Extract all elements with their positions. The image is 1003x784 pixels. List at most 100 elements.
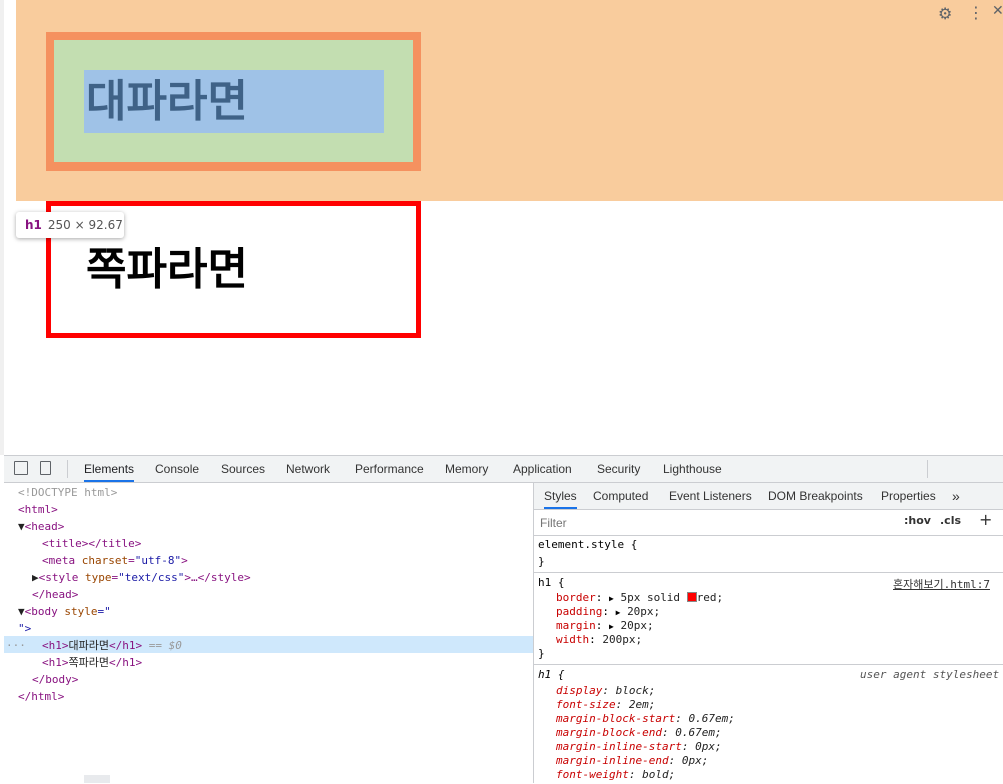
prop-name: margin: [556, 619, 596, 632]
body-tag: <body: [24, 605, 65, 618]
new-rule-icon[interactable]: +: [979, 510, 992, 529]
prop-name: display: [556, 684, 603, 697]
styles-filter-input[interactable]: [538, 513, 896, 533]
element-tooltip: h1 250 × 92.67: [16, 212, 124, 238]
prop-value: 20px;: [620, 619, 654, 632]
tab-performance[interactable]: Performance: [355, 456, 424, 482]
tab-event-listeners[interactable]: Event Listeners: [669, 483, 752, 509]
dom-style[interactable]: ▶<style type="text/css">…</style>: [32, 569, 251, 586]
selected-marker: == $0: [148, 639, 182, 652]
rule1-prop-margin[interactable]: margin: ▶ 20px;: [556, 619, 654, 632]
toolbar-divider-right: [927, 460, 928, 478]
rule1-prop-width[interactable]: width: 200px;: [556, 633, 642, 646]
tab-network[interactable]: Network: [286, 456, 330, 482]
rule2-prop[interactable]: margin-block-start: 0.67em;: [556, 712, 735, 725]
more-tabs-icon[interactable]: »: [952, 483, 960, 509]
prop-value: block;: [615, 684, 656, 697]
dom-head-close[interactable]: </head>: [32, 586, 78, 603]
more-vertical-icon[interactable]: ⋮: [968, 3, 984, 22]
style-close: >…</style>: [184, 571, 251, 584]
style-val: "text/css": [118, 571, 185, 584]
tab-security[interactable]: Security: [597, 456, 640, 482]
dom-tree: <!DOCTYPE html> <html> ▼<head> <title></…: [4, 483, 533, 783]
close-icon[interactable]: ✕: [992, 3, 1003, 19]
dom-head-row[interactable]: ▼<head>: [18, 518, 64, 535]
prop-name: margin-inline-start: [556, 740, 682, 753]
expand-triangle-icon[interactable]: ▶: [616, 608, 621, 617]
style-attr: type: [84, 571, 112, 584]
styles-tabbar: Styles Computed Event Listeners DOM Brea…: [534, 483, 1003, 510]
prop-value: 20px;: [627, 605, 661, 618]
rule1-prop-padding[interactable]: padding: ▶ 20px;: [556, 605, 660, 618]
prop-value: 0.67em;: [675, 726, 722, 739]
dom-doctype[interactable]: <!DOCTYPE html>: [18, 484, 117, 501]
dom-html-open[interactable]: <html>: [18, 501, 58, 518]
dom-title[interactable]: <title></title>: [42, 535, 141, 552]
rule2-prop[interactable]: font-size: 2em;: [556, 698, 655, 711]
tab-application[interactable]: Application: [513, 456, 572, 482]
dom-body-row[interactable]: ▼<body style=": [18, 603, 111, 620]
tab-lighthouse[interactable]: Lighthouse: [663, 456, 722, 482]
inspect-element-icon[interactable]: [14, 461, 28, 475]
h1-text: 쪽파라면: [68, 656, 109, 669]
expand-triangle-icon[interactable]: ▶: [609, 594, 614, 603]
rule2-prop[interactable]: margin-block-end: 0.67em;: [556, 726, 722, 739]
prop-name: font-size: [556, 698, 616, 711]
tab-styles[interactable]: Styles: [544, 483, 577, 509]
style-tag: <style: [38, 571, 85, 584]
dom-scrollbar-thumb[interactable]: [84, 775, 110, 783]
tooltip-tag: h1: [25, 218, 42, 232]
collapsed-triangle-icon[interactable]: ▶: [32, 571, 39, 584]
tab-memory[interactable]: Memory: [445, 456, 488, 482]
rule-divider: [534, 664, 1003, 665]
element-style-close: }: [538, 555, 545, 568]
h1-open: <h1>: [42, 656, 69, 669]
tab-console[interactable]: Console: [155, 456, 199, 482]
hov-toggle[interactable]: :hov: [904, 514, 931, 527]
dom-meta[interactable]: <meta charset="utf-8">: [42, 552, 188, 569]
tooltip-dims: 250 × 92.67: [47, 218, 123, 232]
expand-triangle-icon[interactable]: ▶: [609, 622, 614, 631]
row-ellipsis[interactable]: ···: [6, 637, 26, 654]
meta-tag: <meta: [42, 554, 82, 567]
meta-val: "utf-8": [134, 554, 182, 567]
tab-properties[interactable]: Properties: [881, 483, 936, 509]
prop-name: border: [556, 591, 596, 604]
rule-divider: [534, 572, 1003, 573]
cls-toggle[interactable]: .cls: [940, 514, 961, 527]
prop-value: 2em;: [628, 698, 656, 711]
rule2-selector[interactable]: h1 {: [538, 668, 565, 681]
dom-body-cont: ">: [18, 622, 32, 635]
dom-html-close[interactable]: </html>: [18, 688, 64, 705]
rule2-prop[interactable]: margin-inline-end: 0px;: [556, 754, 708, 767]
dom-head-open: <head>: [24, 520, 65, 533]
rule1-close: }: [538, 647, 545, 660]
expand-triangle-icon[interactable]: ▼: [18, 520, 25, 533]
dom-h1-first[interactable]: <h1>대파라면</h1> == $0: [42, 637, 182, 654]
dom-h1-second[interactable]: <h1>쪽파라면</h1>: [42, 654, 142, 671]
device-toolbar-icon[interactable]: [40, 461, 51, 475]
prop-name: padding: [556, 605, 603, 618]
tab-dom-breakpoints[interactable]: DOM Breakpoints: [768, 483, 863, 509]
tab-sources[interactable]: Sources: [221, 456, 265, 482]
rule2-prop[interactable]: font-weight: bold;: [556, 768, 675, 781]
element-style-selector[interactable]: element.style {: [538, 538, 637, 551]
settings-gear-icon[interactable]: ⚙: [938, 4, 952, 23]
h1-open: <h1>: [42, 639, 69, 652]
rule1-prop-border[interactable]: border: ▶ 5px solid red;: [556, 591, 723, 604]
prop-value: bold;: [642, 768, 676, 781]
expand-triangle-icon[interactable]: ▼: [18, 605, 25, 618]
rule1-source-link[interactable]: 혼자해보기.html:7: [893, 576, 990, 592]
rule2-source: user agent stylesheet: [860, 668, 1000, 681]
color-swatch[interactable]: [686, 592, 697, 602]
heading-first: 대파라면: [86, 76, 248, 127]
rule2-prop[interactable]: margin-inline-start: 0px;: [556, 740, 722, 753]
prop-name: margin-inline-end: [556, 754, 669, 767]
tab-elements[interactable]: Elements: [84, 456, 135, 482]
rule2-prop[interactable]: display: block;: [556, 684, 655, 697]
dom-body-close[interactable]: </body>: [32, 671, 78, 688]
prop-value: 0px;: [695, 740, 722, 753]
tab-computed[interactable]: Computed: [593, 483, 648, 509]
h1-text: 대파라면: [68, 639, 109, 652]
rule1-selector[interactable]: h1 {: [538, 576, 565, 589]
